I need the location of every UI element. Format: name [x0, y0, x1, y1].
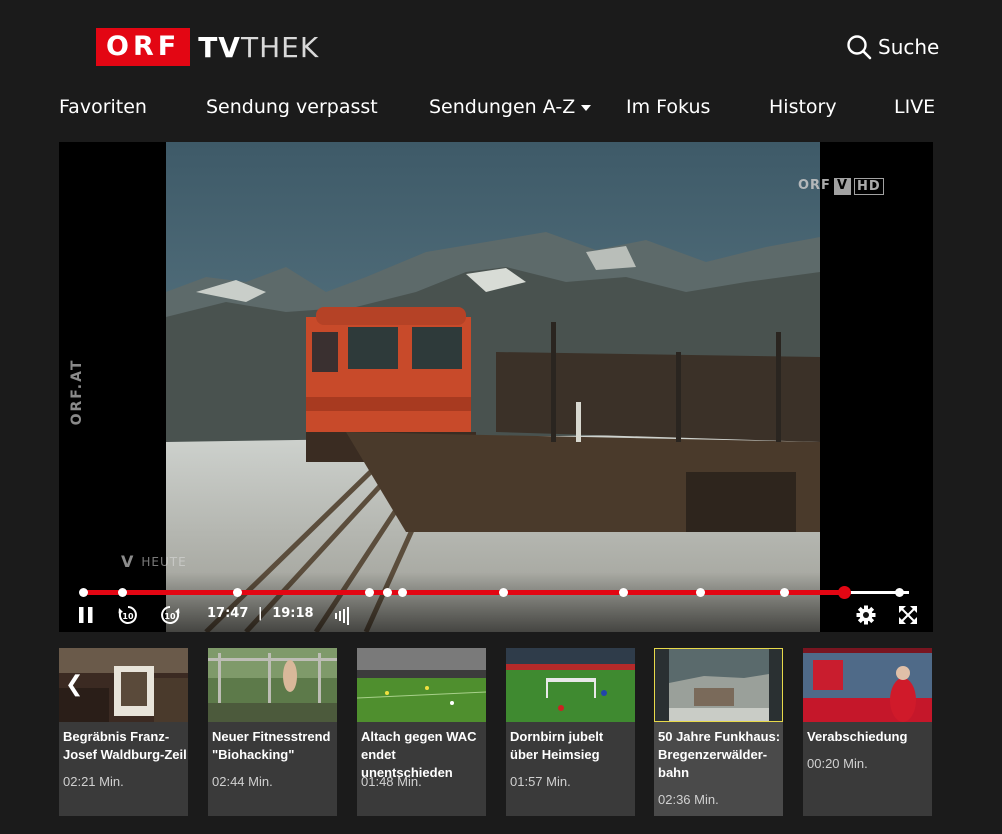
video-card-duration: 01:48 Min.: [361, 774, 422, 789]
video-card-duration: 02:44 Min.: [212, 774, 273, 789]
pause-icon: [77, 607, 95, 630]
watermark-hd: HD: [854, 178, 884, 195]
video-thumbnail: [506, 648, 635, 722]
svg-text:10: 10: [164, 612, 176, 621]
settings-button[interactable]: [855, 604, 877, 626]
chapter-marker[interactable]: [382, 588, 392, 597]
video-card-title: Dornbirn jubelt über Heimsieg: [510, 729, 604, 762]
chapter-marker[interactable]: [397, 588, 407, 597]
chevron-down-icon: [581, 104, 592, 111]
fullscreen-button[interactable]: [897, 604, 919, 626]
fullscreen-icon: [897, 606, 919, 630]
volume-icon: [334, 607, 354, 630]
current-time: 17:47: [207, 606, 249, 621]
rewind-10-button[interactable]: 10: [117, 604, 139, 626]
video-card[interactable]: Altach gegen WAC endet unentschieden 01:…: [357, 648, 486, 816]
logo-tv: TV: [198, 30, 241, 64]
channel-watermark: ORF V HD: [798, 178, 884, 195]
rewind-10-icon: 10: [117, 606, 139, 630]
orf-at-label: ORF.AT: [69, 358, 85, 426]
chapter-marker[interactable]: [696, 588, 706, 597]
video-card-title: 50 Jahre Funkhaus: Bregenzerwälder-bahn: [658, 729, 781, 780]
progress-fill: [83, 590, 844, 595]
chapter-marker[interactable]: [79, 588, 88, 597]
video-card-title: Verabschiedung: [807, 729, 908, 744]
video-card-duration: 01:57 Min.: [510, 774, 571, 789]
total-duration: 19:18: [272, 606, 314, 621]
video-card[interactable]: Verabschiedung 00:20 Min.: [803, 648, 932, 816]
nav-item-im-fokus[interactable]: Im Fokus: [626, 96, 710, 118]
video-card-duration: 02:36 Min.: [658, 792, 719, 807]
strip-prev-button[interactable]: ❮: [59, 672, 84, 698]
video-thumbnail: [803, 648, 932, 722]
video-thumbnail: [654, 648, 783, 722]
nav-item-sendungen-a-z-label: Sendungen A-Z: [429, 96, 576, 118]
heute-bug: V HEUTE: [121, 552, 187, 571]
chapter-marker[interactable]: [364, 588, 374, 597]
video-card-title: Neuer Fitnesstrend "Biohacking": [212, 729, 331, 762]
video-card[interactable]: ❮ Begräbnis Franz-Josef Waldburg-Zeil 02…: [59, 648, 188, 816]
logo-thek: THEK: [240, 30, 320, 64]
video-card[interactable]: Neuer Fitnesstrend "Biohacking" 02:44 Mi…: [208, 648, 337, 816]
video-card-active[interactable]: 50 Jahre Funkhaus: Bregenzerwälder-bahn …: [654, 648, 783, 816]
svg-text:10: 10: [122, 612, 134, 621]
video-card-duration: 02:21 Min.: [63, 774, 124, 789]
heute-bug-label: HEUTE: [141, 554, 187, 569]
video-thumbnail: [208, 648, 337, 722]
main-navigation: Favoriten Sendung verpasst Sendungen A-Z…: [59, 96, 935, 126]
time-separator: |: [257, 606, 263, 621]
volume-button[interactable]: [334, 604, 354, 626]
progress-bar[interactable]: [79, 586, 909, 599]
nav-item-history[interactable]: History: [769, 96, 837, 118]
video-card[interactable]: Dornbirn jubelt über Heimsieg 01:57 Min.: [506, 648, 635, 816]
gear-icon: [855, 605, 877, 630]
nav-item-sendung-verpasst[interactable]: Sendung verpasst: [206, 96, 378, 118]
chapter-marker[interactable]: [895, 588, 905, 597]
search-label: Suche: [878, 35, 940, 59]
site-header: ORF TV THEK Suche: [0, 0, 1002, 90]
heute-bug-v: V: [121, 552, 134, 571]
nav-item-sendungen-a-z[interactable]: Sendungen A-Z: [429, 96, 592, 118]
playhead[interactable]: [837, 586, 851, 599]
chapter-marker[interactable]: [117, 588, 127, 597]
pause-button[interactable]: [77, 604, 95, 626]
logo-orf: ORF: [96, 28, 191, 66]
video-frame[interactable]: [166, 142, 820, 632]
time-display: 17:47 | 19:18: [207, 606, 314, 621]
video-card-title: Begräbnis Franz-Josef Waldburg-Zeil: [63, 729, 187, 762]
search-icon: [846, 34, 872, 60]
nav-item-live[interactable]: LIVE: [894, 96, 935, 118]
related-videos-strip: ❮ Begräbnis Franz-Josef Waldburg-Zeil 02…: [59, 648, 933, 816]
video-scene-image: [166, 142, 820, 632]
orf-tvthek-logo[interactable]: ORF TV THEK: [96, 28, 319, 66]
search-button[interactable]: Suche: [846, 34, 939, 60]
forward-10-icon: 10: [159, 606, 181, 630]
chevron-left-icon: ❮: [65, 672, 84, 697]
forward-10-button[interactable]: 10: [159, 604, 181, 626]
video-player[interactable]: ORF.AT ORF V HD V HEUTE 10 10 17:47 | 19…: [59, 142, 933, 632]
video-card-duration: 00:20 Min.: [807, 756, 868, 771]
controls-overlay: [59, 572, 933, 632]
nav-item-favoriten[interactable]: Favoriten: [59, 96, 147, 118]
watermark-v: V: [833, 178, 852, 195]
orf-at-sidemark: ORF.AT: [59, 357, 95, 427]
video-thumbnail: [357, 648, 486, 722]
watermark-orf: ORF: [798, 178, 831, 193]
